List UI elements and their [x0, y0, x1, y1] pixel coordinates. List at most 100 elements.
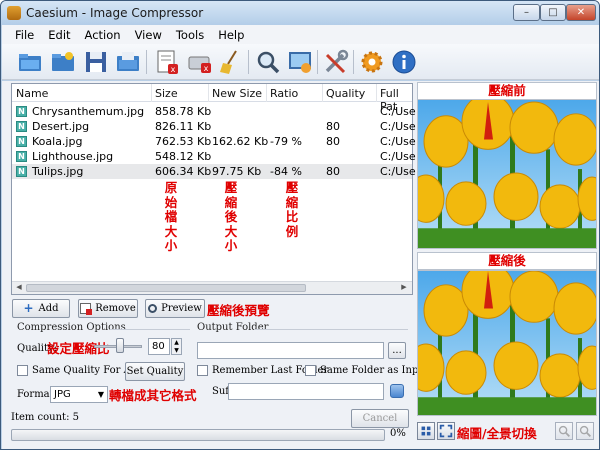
same-folder-label: Same Folder as Input	[320, 365, 429, 376]
quality-spin-arrows[interactable]: ▲ ▼	[171, 338, 182, 355]
same-quality-checkbox[interactable]	[17, 365, 28, 376]
before-preview-image[interactable]	[417, 99, 597, 249]
remove-disk-icon[interactable]: x	[186, 48, 214, 76]
close-button[interactable]: ✕	[566, 4, 596, 21]
after-preview-image[interactable]	[417, 270, 597, 416]
output-folder-label: Output Folder	[197, 322, 269, 333]
after-preview-title: 壓縮後	[417, 252, 597, 270]
zoom-in-icon[interactable]	[555, 422, 573, 440]
file-badge-icon: N	[16, 136, 27, 147]
column-name[interactable]: Name	[16, 87, 48, 100]
format-select-value: JPG	[54, 389, 71, 400]
menu-help[interactable]: Help	[211, 28, 251, 42]
group-divider	[110, 329, 190, 330]
preview-button-label: Preview	[161, 303, 202, 314]
search-icon[interactable]	[254, 48, 282, 76]
tools-icon[interactable]	[322, 48, 350, 76]
set-quality-button-label: Set Quality	[126, 366, 184, 377]
column-quality[interactable]: Quality	[326, 87, 365, 100]
compression-options-label: Compression Options	[17, 322, 126, 333]
tulips-compressed-image	[418, 271, 596, 415]
settings-gear-icon[interactable]	[358, 48, 386, 76]
column-divider[interactable]	[266, 84, 267, 102]
clear-list-icon[interactable]: x	[153, 48, 181, 76]
same-quality-label: Same Quality For All	[32, 365, 138, 376]
column-divider[interactable]	[208, 84, 209, 102]
menu-file[interactable]: File	[8, 28, 41, 42]
remember-folder-checkbox[interactable]	[197, 365, 208, 376]
browse-button-label: ...	[392, 345, 402, 356]
menu-tools[interactable]: Tools	[169, 28, 211, 42]
column-divider[interactable]	[151, 84, 152, 102]
file-ratio: -79 %	[270, 135, 302, 148]
scroll-right-icon[interactable]: ▶	[398, 283, 410, 293]
preview-button[interactable]: Preview	[145, 299, 205, 318]
suffix-input[interactable]	[228, 383, 384, 400]
save-folder-icon[interactable]	[114, 48, 142, 76]
file-quality: 80	[326, 165, 340, 178]
tulips-image	[418, 100, 596, 248]
list-item[interactable]: N Koala.jpg 762.53 Kb 162.62 Kb -79 % 80…	[12, 134, 416, 149]
file-size: 606.34 Kb	[155, 165, 212, 178]
column-size[interactable]: Size	[155, 87, 178, 100]
quality-slider-thumb[interactable]	[116, 338, 124, 353]
scroll-left-icon[interactable]: ◀	[13, 283, 25, 293]
group-divider	[254, 329, 408, 330]
quality-spinbox[interactable]: 80	[148, 338, 170, 355]
browse-folder-button[interactable]: ...	[388, 342, 406, 359]
same-folder-checkbox[interactable]	[305, 365, 316, 376]
minimize-button[interactable]: –	[513, 4, 540, 21]
format-select[interactable]: JPG ▼	[50, 386, 108, 403]
toolbar-separator	[317, 50, 318, 74]
menu-view[interactable]: View	[128, 28, 169, 42]
save-icon[interactable]	[82, 48, 110, 76]
svg-text:x: x	[204, 64, 209, 73]
column-divider[interactable]	[322, 84, 323, 102]
toolbar-separator	[146, 50, 147, 74]
list-item-selected[interactable]: N Tulips.jpg 606.34 Kb 97.75 Kb -84 % 80…	[12, 164, 416, 179]
plus-icon: +	[23, 301, 34, 315]
column-ratio[interactable]: Ratio	[270, 87, 298, 100]
scrollbar-thumb[interactable]	[26, 284, 306, 292]
magnifier-icon	[148, 304, 158, 313]
list-item[interactable]: N Chrysanthemum.jpg 858.78 Kb C:/Use	[12, 104, 416, 119]
remove-button[interactable]: Remove	[78, 299, 138, 318]
menu-edit[interactable]: Edit	[41, 28, 77, 42]
zoom-out-icon[interactable]	[576, 422, 594, 440]
file-badge-icon: N	[16, 166, 27, 177]
file-path: C:/Use	[380, 105, 416, 118]
list-item[interactable]: N Lighthouse.jpg 548.12 Kb C:/Use	[12, 149, 416, 164]
file-new-size: 162.62 Kb	[212, 135, 269, 148]
file-badge-icon: N	[16, 121, 27, 132]
toolbar-separator	[353, 50, 354, 74]
file-name: Desert.jpg	[32, 120, 90, 133]
broom-clean-icon[interactable]	[216, 48, 244, 76]
chevron-down-icon: ▼	[97, 390, 104, 399]
horizontal-scrollbar[interactable]: ◀ ▶	[12, 281, 412, 294]
file-badge-icon: N	[16, 106, 27, 117]
maximize-button[interactable]: □	[540, 4, 566, 21]
annotation-toggle: 縮圖/全景切換	[457, 426, 537, 441]
file-path: C:/Use	[380, 120, 416, 133]
full-view-icon[interactable]	[437, 422, 455, 440]
menu-action[interactable]: Action	[78, 28, 128, 42]
output-folder-input[interactable]	[197, 342, 384, 359]
window-title: Caesium - Image Compressor	[26, 6, 204, 20]
cancel-button[interactable]: Cancel	[351, 409, 409, 428]
item-count: Item count: 5	[11, 412, 79, 423]
list-header: Name Size New Size Ratio Quality Full Pa…	[12, 84, 412, 113]
preview-window-icon[interactable]	[286, 48, 314, 76]
set-quality-button[interactable]: Set Quality	[125, 362, 185, 381]
file-list[interactable]: Name Size New Size Ratio Quality Full Pa…	[11, 83, 416, 295]
annotation-convert: 轉檔成其它格式	[109, 388, 197, 403]
open-file-icon[interactable]	[49, 48, 77, 76]
column-new-size[interactable]: New Size	[212, 87, 262, 100]
open-folder-icon[interactable]	[16, 48, 44, 76]
title-bar: Caesium - Image Compressor – □ ✕	[1, 1, 599, 25]
add-button[interactable]: + Add	[12, 299, 70, 318]
list-item[interactable]: N Desert.jpg 826.11 Kb 80 C:/Use	[12, 119, 416, 134]
info-icon[interactable]	[390, 48, 418, 76]
column-divider[interactable]	[376, 84, 377, 102]
fit-view-icon[interactable]	[417, 422, 435, 440]
refresh-icon[interactable]	[390, 384, 404, 398]
